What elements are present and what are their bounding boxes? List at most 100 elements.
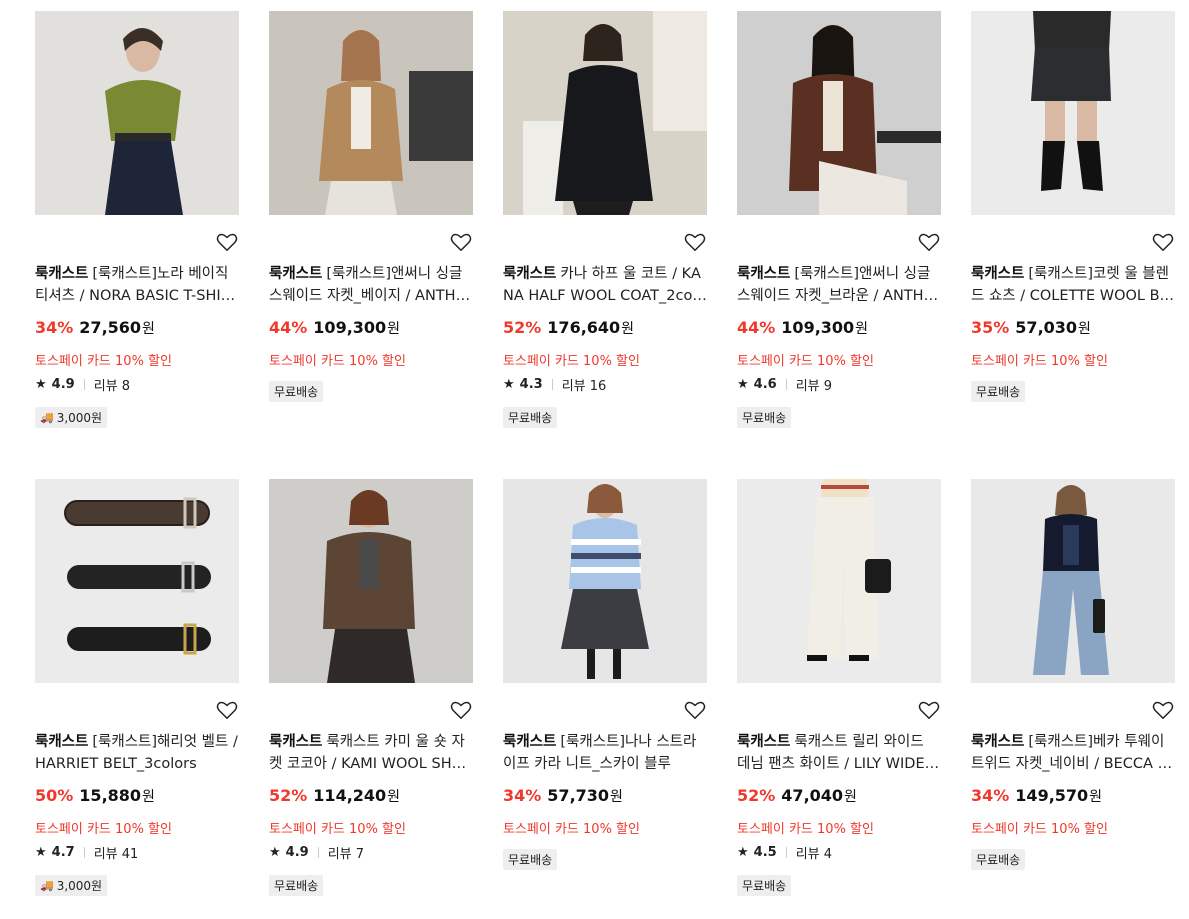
product-card[interactable]: 룩캐스트 [룩캐스트]노라 베이직 티셔츠 / NORA BASIC T-SHIR…: [35, 11, 239, 479]
review-count: 리뷰 16: [561, 379, 607, 394]
wishlist-heart-icon[interactable]: [684, 231, 706, 253]
sale-price: 27,560: [79, 318, 142, 337]
truck-icon: 🚚: [40, 411, 54, 424]
price-line: 44% 109,300원: [269, 318, 400, 338]
currency-unit: 원: [621, 321, 635, 337]
product-title[interactable]: 룩캐스트[룩캐스트]코렛 울 블렌드 쇼츠 / COLETTE WOOL BLE…: [971, 263, 1175, 307]
brand-name: 룩캐스트: [35, 266, 89, 282]
rating-line: ★ 4.7 리뷰 41: [35, 843, 138, 862]
product-card[interactable]: 룩캐스트 [룩캐스트]나나 스트라이프 카라 니트_스카이 블루 34% 57,73…: [503, 479, 707, 870]
shipping-badge: 무료배송: [971, 381, 1026, 402]
sale-price: 149,570: [1015, 786, 1089, 805]
sale-price: 57,030: [1015, 318, 1078, 337]
wishlist-heart-icon[interactable]: [216, 231, 238, 253]
divider: [317, 847, 319, 858]
product-card[interactable]: 룩캐스트 [룩캐스트]해리엇 벨트 / HARRIET BELT_3colors …: [35, 479, 239, 896]
shipping-badge: 무료배송: [971, 849, 1026, 870]
product-title[interactable]: 룩캐스트[룩캐스트]앤써니 싱글 스웨이드 자켓_베이지 / ANTHONY S…: [269, 263, 473, 307]
shipping-text: 무료배송: [508, 411, 553, 425]
sale-price: 114,240: [313, 786, 387, 805]
product-title[interactable]: 룩캐스트 [룩캐스트]해리엇 벨트 / HARRIET BELT_3colors: [35, 731, 239, 775]
wishlist-heart-icon[interactable]: [1152, 231, 1174, 253]
rating-line: ★ 4.9 리뷰 8: [35, 375, 130, 394]
review-count: 리뷰 41: [93, 847, 139, 862]
product-title[interactable]: 룩캐스트룩캐스트 릴리 와이드 데님 팬츠 화이트 / LILY WIDE DE…: [737, 731, 941, 775]
wishlist-heart-icon[interactable]: [216, 699, 238, 721]
promo-text: 토스페이 카드 10% 할인: [737, 354, 874, 369]
currency-unit: 원: [142, 789, 155, 805]
promo-text: 토스페이 카드 10% 할인: [35, 354, 172, 369]
star-icon: ★: [35, 377, 47, 392]
brand-name: 룩캐스트: [737, 734, 791, 750]
wishlist-heart-icon[interactable]: [1152, 699, 1174, 721]
product-card[interactable]: 룩캐스트[룩캐스트]앤써니 싱글 스웨이드 자켓_베이지 / ANTHONY S…: [269, 11, 473, 479]
currency-unit: 원: [844, 789, 857, 805]
wishlist-heart-icon[interactable]: [450, 231, 472, 253]
product-card[interactable]: 룩캐스트 카나 하프 울 코트 / KANA HALF WOOL COAT_2co…: [503, 11, 707, 479]
sale-price: 57,730: [547, 786, 610, 805]
rating-score: 4.6: [753, 377, 777, 392]
rating-line: ★ 4.5 리뷰 4: [737, 843, 832, 862]
product-image[interactable]: [971, 11, 1175, 215]
star-icon: ★: [269, 845, 281, 860]
shipping-badge: 무료배송: [269, 381, 324, 402]
currency-unit: 원: [387, 321, 401, 337]
brand-name: 룩캐스트: [971, 266, 1025, 282]
product-card[interactable]: 룩캐스트[룩캐스트]코렛 울 블렌드 쇼츠 / COLETTE WOOL BLE…: [971, 11, 1175, 479]
product-card[interactable]: 룩캐스트룩캐스트 카미 울 숏 자켓 코코아 / KAMI WOOL SHORT…: [269, 479, 473, 896]
product-row: 룩캐스트 [룩캐스트]해리엇 벨트 / HARRIET BELT_3colors …: [35, 479, 1175, 896]
product-image[interactable]: [971, 479, 1175, 683]
review-count: 리뷰 9: [795, 379, 833, 394]
promo-text: 토스페이 카드 10% 할인: [971, 354, 1108, 369]
discount-rate: 44%: [737, 318, 776, 337]
shipping-text: 무료배송: [274, 385, 319, 399]
divider: [551, 379, 553, 390]
sale-price: 47,040: [781, 786, 844, 805]
product-title[interactable]: 룩캐스트[룩캐스트]앤써니 싱글 스웨이드 자켓_브라운 / ANTHONY S…: [737, 263, 941, 307]
discount-rate: 35%: [971, 318, 1010, 337]
product-title[interactable]: 룩캐스트[룩캐스트]베카 투웨이 트위드 자켓_네이비 / BECCA TWEE…: [971, 731, 1175, 775]
product-title[interactable]: 룩캐스트 [룩캐스트]노라 베이직 티셔츠 / NORA BASIC T-SHIR…: [35, 263, 239, 307]
product-image[interactable]: [35, 479, 239, 683]
price-line: 34% 57,730원: [503, 786, 623, 806]
product-title[interactable]: 룩캐스트 [룩캐스트]나나 스트라이프 카라 니트_스카이 블루: [503, 731, 707, 775]
product-image[interactable]: [503, 11, 707, 215]
brand-name: 룩캐스트: [503, 734, 557, 750]
shipping-text: 무료배송: [742, 879, 787, 893]
product-card[interactable]: 룩캐스트[룩캐스트]앤써니 싱글 스웨이드 자켓_브라운 / ANTHONY S…: [737, 11, 941, 479]
shipping-badge: 무료배송: [737, 875, 792, 896]
shipping-text: 무료배송: [976, 385, 1021, 399]
shipping-text: 무료배송: [274, 879, 319, 893]
discount-rate: 34%: [35, 318, 74, 337]
rating-line: ★ 4.3 리뷰 16: [503, 375, 606, 394]
rating-line: ★ 4.9 리뷰 7: [269, 843, 364, 862]
brand-name: 룩캐스트: [737, 266, 791, 282]
rating-score: 4.9: [285, 845, 309, 860]
shipping-text: 3,000원: [56, 411, 103, 425]
star-icon: ★: [737, 377, 749, 392]
product-image[interactable]: [503, 479, 707, 683]
wishlist-heart-icon[interactable]: [684, 699, 706, 721]
brand-name: 룩캐스트: [503, 266, 557, 282]
currency-unit: 원: [1089, 789, 1103, 805]
promo-text: 토스페이 카드 10% 할인: [35, 822, 172, 837]
product-image[interactable]: [737, 11, 941, 215]
product-image[interactable]: [35, 11, 239, 215]
wishlist-heart-icon[interactable]: [450, 699, 472, 721]
brand-name: 룩캐스트: [269, 266, 323, 282]
wishlist-heart-icon[interactable]: [918, 699, 940, 721]
product-title[interactable]: 룩캐스트 카나 하프 울 코트 / KANA HALF WOOL COAT_2co…: [503, 263, 707, 307]
rating-score: 4.9: [51, 377, 75, 392]
product-image[interactable]: [269, 11, 473, 215]
review-count: 리뷰 7: [327, 847, 365, 862]
shipping-badge: 무료배송: [503, 849, 558, 870]
rating-score: 4.5: [753, 845, 777, 860]
star-icon: ★: [503, 377, 515, 392]
product-card[interactable]: 룩캐스트[룩캐스트]베카 투웨이 트위드 자켓_네이비 / BECCA TWEE…: [971, 479, 1175, 870]
product-card[interactable]: 룩캐스트룩캐스트 릴리 와이드 데님 팬츠 화이트 / LILY WIDE DE…: [737, 479, 941, 896]
product-image[interactable]: [269, 479, 473, 683]
wishlist-heart-icon[interactable]: [918, 231, 940, 253]
product-image[interactable]: [737, 479, 941, 683]
product-title[interactable]: 룩캐스트룩캐스트 카미 울 숏 자켓 코코아 / KAMI WOOL SHORT…: [269, 731, 473, 775]
star-icon: ★: [35, 845, 47, 860]
